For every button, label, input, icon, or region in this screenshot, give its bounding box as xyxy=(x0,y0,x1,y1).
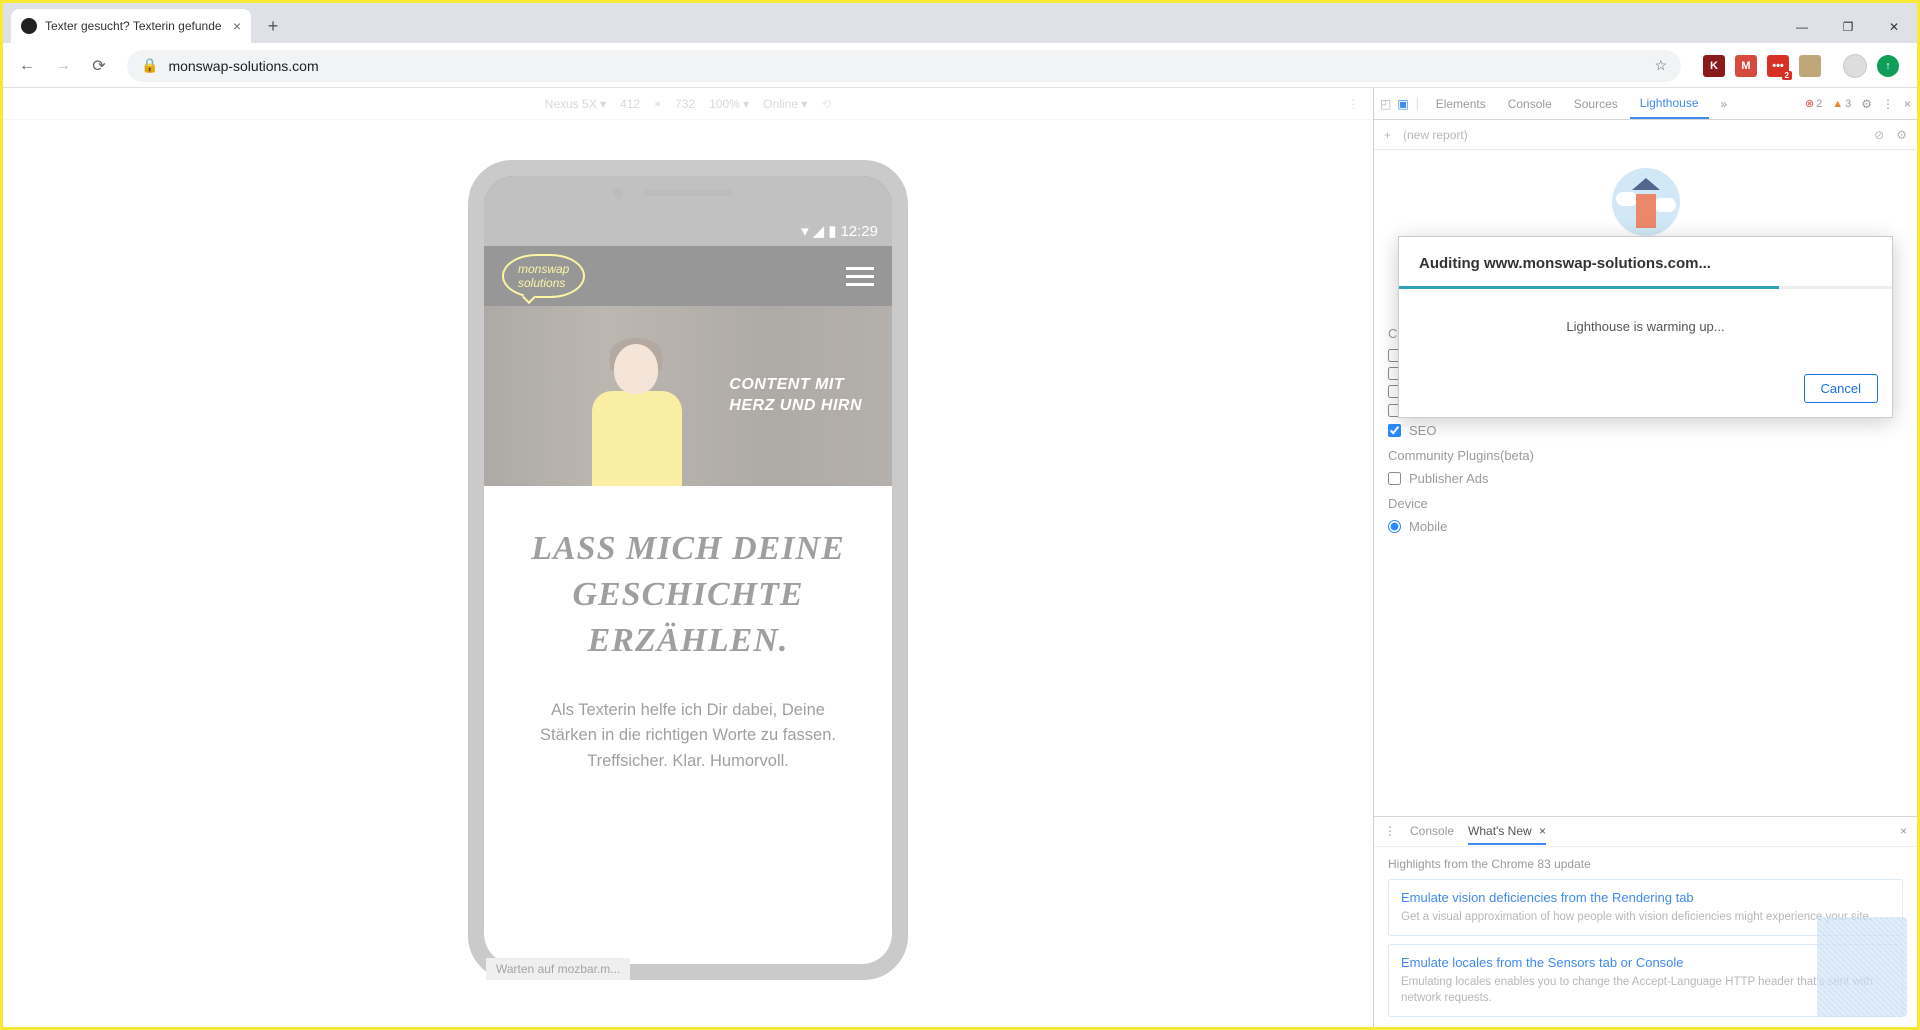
lighthouse-logo-icon xyxy=(1612,168,1680,236)
close-window-button[interactable]: ✕ xyxy=(1871,11,1917,43)
phone-camera-icon xyxy=(613,188,623,198)
status-tooltip: Warten auf mozbar.m... xyxy=(486,958,630,980)
person-photo xyxy=(574,336,704,486)
bookmark-star-icon[interactable]: ☆ xyxy=(1654,57,1667,74)
devtools-close-icon[interactable]: × xyxy=(1904,97,1911,111)
page-headline: LASS MICH DEINE GESCHICHTE ERZÄHLEN. xyxy=(512,526,864,664)
inspect-icon[interactable]: ◰ xyxy=(1380,97,1391,111)
minimize-button[interactable]: — xyxy=(1779,11,1825,43)
checkbox[interactable] xyxy=(1388,472,1401,485)
tab-elements[interactable]: Elements xyxy=(1426,88,1496,119)
report-selector[interactable]: (new report) xyxy=(1403,128,1468,142)
wifi-icon: ▾ xyxy=(801,222,809,240)
notification-badge: 2 xyxy=(1782,71,1792,80)
site-logo[interactable]: monswap solutions xyxy=(502,254,585,298)
zoom-selector[interactable]: 100% ▾ xyxy=(709,97,749,111)
drawer-tabs: ⋮ Console What's New × × xyxy=(1374,817,1917,847)
signal-icon: ◢ xyxy=(813,222,825,240)
card-title: Emulate vision deficiencies from the Ren… xyxy=(1401,890,1890,905)
browser-chrome: Texter gesucht? Texterin gefunde × + — ❐… xyxy=(3,3,1917,88)
page-content: LASS MICH DEINE GESCHICHTE ERZÄHLEN. Als… xyxy=(484,486,892,964)
device-selector[interactable]: Nexus 5X ▾ xyxy=(545,97,606,111)
lighthouse-body: Categories Accessibility SEO Community P… xyxy=(1374,150,1917,816)
highlights-heading: Highlights from the Chrome 83 update xyxy=(1388,857,1903,871)
cancel-button[interactable]: Cancel xyxy=(1804,374,1878,403)
browser-tab[interactable]: Texter gesucht? Texterin gefunde × xyxy=(11,9,251,43)
url-input[interactable]: 🔒 monswap-solutions.com ☆ xyxy=(127,50,1681,82)
hamburger-menu-icon[interactable] xyxy=(846,267,874,286)
throttle-selector[interactable]: Online ▾ xyxy=(763,97,807,111)
back-button[interactable]: ← xyxy=(11,50,43,82)
device-mobile[interactable]: Mobile xyxy=(1388,519,1903,534)
extension-green-icon[interactable]: ↑ xyxy=(1877,55,1899,77)
drawer-menu-icon[interactable]: ⋮ xyxy=(1384,824,1396,838)
modal-title: Auditing www.monswap-solutions.com... xyxy=(1399,237,1892,286)
phone-speaker-icon xyxy=(643,190,733,196)
url-text: monswap-solutions.com xyxy=(168,58,318,74)
device-toolbar: Nexus 5X ▾ 412 × 732 100% ▾ Online ▾ ⟲ ⋮ xyxy=(3,88,1373,120)
plugins-heading: Community Plugins(beta) xyxy=(1388,448,1903,463)
extension-k-icon[interactable]: K xyxy=(1703,55,1725,77)
drawer-body: Highlights from the Chrome 83 update Emu… xyxy=(1374,847,1917,1027)
tab-sources[interactable]: Sources xyxy=(1564,88,1628,119)
lock-icon: 🔒 xyxy=(141,57,158,74)
gmail-icon[interactable]: M xyxy=(1735,55,1757,77)
error-icon[interactable]: ⊗ xyxy=(1805,97,1814,110)
plugin-publisher-ads[interactable]: Publisher Ads xyxy=(1388,471,1903,486)
decorative-art-icon xyxy=(1817,917,1907,1017)
window-controls: — ❐ ✕ xyxy=(1779,11,1917,43)
device-width[interactable]: 412 xyxy=(620,97,640,111)
maximize-button[interactable]: ❐ xyxy=(1825,11,1871,43)
lighthouse-settings-icon[interactable]: ⚙ xyxy=(1896,128,1907,142)
devtools-tabs: ◰ ▣ Elements Console Sources Lighthouse … xyxy=(1374,88,1917,120)
tab-title: Texter gesucht? Texterin gefunde xyxy=(45,19,222,33)
extension-box-icon[interactable] xyxy=(1799,55,1821,77)
reload-button[interactable]: ⟳ xyxy=(83,50,115,82)
phone-status-bar: ▾ ◢ ▮ 12:29 xyxy=(484,176,892,246)
lighthouse-toolbar: + (new report) ⊘ ⚙ xyxy=(1374,120,1917,150)
drawer-tab-console[interactable]: Console xyxy=(1410,824,1454,838)
device-height[interactable]: 732 xyxy=(675,97,695,111)
device-mode-icon[interactable]: ▣ xyxy=(1397,97,1408,111)
tab-console[interactable]: Console xyxy=(1498,88,1562,119)
tab-strip: Texter gesucht? Texterin gefunde × + — ❐… xyxy=(3,3,1917,43)
category-seo[interactable]: SEO xyxy=(1388,423,1903,438)
profile-avatar[interactable] xyxy=(1843,54,1867,78)
clock-text: 12:29 xyxy=(840,223,878,240)
devtools-menu-icon[interactable]: ⋮ xyxy=(1882,97,1894,111)
lighthouse-add-button[interactable]: + xyxy=(1384,128,1391,142)
devtools-drawer: ⋮ Console What's New × × Highlights from… xyxy=(1374,816,1917,1027)
hero-banner: CONTENT MIT HERZ UND HIRN xyxy=(484,306,892,486)
checkbox[interactable] xyxy=(1388,424,1401,437)
tab-close-icon[interactable]: × xyxy=(233,18,241,34)
drawer-tab-close-icon[interactable]: × xyxy=(1539,824,1546,838)
site-header: monswap solutions xyxy=(484,246,892,306)
device-heading: Device xyxy=(1388,496,1903,511)
devtools-panel: ◰ ▣ Elements Console Sources Lighthouse … xyxy=(1373,88,1917,1027)
hero-tagline: CONTENT MIT HERZ UND HIRN xyxy=(729,375,862,417)
device-more-icon[interactable]: ⋮ xyxy=(1347,97,1359,111)
extension-red-icon[interactable]: ••• 2 xyxy=(1767,55,1789,77)
forward-button[interactable]: → xyxy=(47,50,79,82)
extension-icons: K M ••• 2 ↑ xyxy=(1693,54,1909,78)
new-tab-button[interactable]: + xyxy=(259,12,287,40)
modal-status: Lighthouse is warming up... xyxy=(1399,289,1892,364)
drawer-close-icon[interactable]: × xyxy=(1900,824,1907,838)
battery-icon: ▮ xyxy=(828,222,836,240)
rotate-icon[interactable]: ⟲ xyxy=(821,97,831,111)
drawer-tab-whatsnew[interactable]: What's New × xyxy=(1468,824,1546,845)
phone-frame: ▾ ◢ ▮ 12:29 monswap solutions xyxy=(468,160,908,980)
page-subtext: Als Texterin helfe ich Dir dabei, Deine … xyxy=(512,698,864,775)
viewport-panel: Nexus 5X ▾ 412 × 732 100% ▾ Online ▾ ⟲ ⋮… xyxy=(3,88,1373,1027)
warning-icon[interactable]: ▲ xyxy=(1832,98,1843,110)
audit-modal: Auditing www.monswap-solutions.com... Li… xyxy=(1398,236,1893,418)
tab-more[interactable]: » xyxy=(1711,88,1738,119)
favicon-icon xyxy=(21,18,37,34)
lighthouse-clear-icon[interactable]: ⊘ xyxy=(1874,128,1884,142)
dimension-separator: × xyxy=(654,97,661,111)
devtools-settings-icon[interactable]: ⚙ xyxy=(1861,97,1872,111)
address-bar: ← → ⟳ 🔒 monswap-solutions.com ☆ K M ••• … xyxy=(3,43,1917,88)
radio[interactable] xyxy=(1388,520,1401,533)
tab-lighthouse[interactable]: Lighthouse xyxy=(1630,88,1709,119)
